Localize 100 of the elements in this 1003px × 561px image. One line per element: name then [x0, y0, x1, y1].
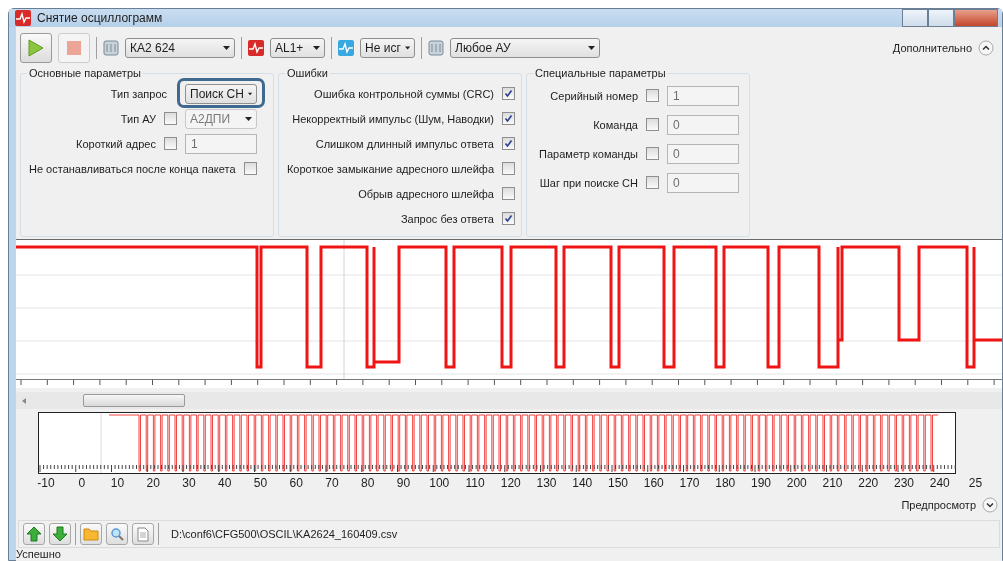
axis-label: 70 [325, 476, 339, 490]
field-label: Не останавливаться после конца пакета [29, 162, 236, 175]
field-label: Серийный номер [550, 89, 638, 102]
checkbox[interactable] [646, 118, 659, 131]
axis-label: 80 [361, 476, 375, 490]
pulse-icon [248, 40, 264, 56]
field-label: Короткий адрес [76, 137, 156, 150]
document-button[interactable] [132, 523, 154, 545]
caret-icon [313, 46, 320, 50]
input-field[interactable]: 0 [667, 143, 739, 164]
folder-icon [83, 527, 99, 541]
dropdown[interactable]: Поиск СН [185, 83, 257, 104]
checkbox[interactable] [646, 176, 659, 189]
input-field[interactable]: 0 [667, 172, 739, 193]
more-label: Дополнительно [892, 42, 972, 54]
axis-label: 210 [822, 476, 843, 490]
checkbox[interactable] [164, 112, 177, 125]
pulse-icon [338, 40, 354, 56]
dropdown[interactable]: КА2 624 [125, 38, 235, 58]
field-label: Команда [593, 118, 638, 131]
axis-label: 110 [465, 476, 485, 490]
axis-label: 150 [608, 476, 628, 490]
dropdown[interactable]: Не исг [360, 38, 415, 58]
search-icon [110, 527, 124, 541]
stop-button[interactable] [58, 33, 90, 63]
chevron-down-icon[interactable] [982, 497, 998, 513]
dropdown[interactable]: Любое АУ [450, 38, 600, 58]
axis-label: 30 [182, 476, 196, 490]
checkbox[interactable] [502, 112, 515, 125]
axis-label: 200 [786, 476, 807, 490]
axis-label: 90 [396, 476, 411, 490]
checkbox[interactable] [502, 212, 515, 225]
axis-label: 170 [679, 476, 700, 490]
preview-label: Предпросмотр [901, 499, 976, 511]
checkbox-label: Ошибка контрольной суммы (CRC) [314, 87, 494, 100]
checkbox-label: Слишком длинный импульс ответа [315, 137, 494, 150]
chevron-up-icon[interactable] [978, 40, 994, 56]
scrollbar-thumb[interactable] [83, 394, 185, 407]
axis-label: 60 [289, 476, 303, 490]
checkbox-label: Некорректный импульс (Шум, Наводки) [292, 112, 494, 125]
checkbox[interactable] [646, 89, 659, 102]
group-title: Ошибки [286, 67, 329, 79]
group-title: Основные параметры [28, 67, 142, 79]
checkbox[interactable] [646, 147, 659, 160]
stop-icon [67, 41, 81, 55]
up-arrow-icon [26, 526, 42, 542]
field-label: Тип АУ [120, 112, 156, 125]
database-icon [103, 39, 119, 57]
up-arrow-button[interactable] [23, 523, 45, 545]
down-arrow-icon [52, 526, 68, 542]
input-field[interactable]: 0 [667, 114, 739, 135]
checkbox[interactable] [164, 137, 177, 150]
maximize-button[interactable] [928, 9, 954, 27]
down-arrow-button[interactable] [49, 523, 71, 545]
checkbox[interactable] [502, 187, 515, 200]
scroll-left-icon[interactable] [20, 396, 28, 405]
group-title: Специальные параметры [534, 67, 667, 79]
checkbox-label: Короткое замыкание адресного шлейфа [286, 162, 494, 175]
checkbox-label: Запрос без ответа [400, 212, 494, 225]
axis-label: 20 [146, 476, 160, 490]
caret-icon [404, 46, 410, 50]
axis-label: 10 [110, 476, 125, 490]
field-label: Шаг при поиске СН [539, 176, 638, 189]
field-label: Параметр команды [539, 147, 638, 160]
play-icon [28, 39, 44, 57]
database-icon [428, 39, 444, 57]
axis-label: 230 [894, 476, 914, 490]
status-text: Успешно [16, 548, 61, 560]
axis-label: 140 [572, 476, 593, 490]
file-path: D:\conf6\CFG500\OSCIL\KA2624_160409.csv [171, 528, 398, 540]
axis-label: 120 [500, 476, 521, 490]
caret-icon [247, 91, 252, 96]
axis-label: 220 [858, 476, 879, 490]
checkbox[interactable] [502, 137, 515, 150]
axis-label: 25 [968, 476, 983, 490]
folder-button[interactable] [80, 523, 102, 545]
minimize-button[interactable] [902, 9, 928, 27]
window-title: Снятие осциллограмм [37, 11, 163, 25]
axis-label: 50 [253, 476, 268, 490]
document-icon [137, 526, 149, 542]
axis-label: -10 [37, 476, 55, 490]
axis-label: 130 [536, 476, 557, 490]
dropdown[interactable]: А2ДПИ [185, 108, 257, 129]
axis-label: 240 [929, 476, 950, 490]
axis-label: 190 [751, 476, 771, 490]
address-field[interactable]: 1 [185, 133, 257, 154]
input-field[interactable]: 1 [667, 85, 739, 106]
app-icon [15, 10, 31, 26]
close-button[interactable] [954, 9, 998, 27]
axis-label: 180 [715, 476, 736, 490]
field-label: Тип запрос [110, 87, 167, 100]
dropdown[interactable]: AL1+ [270, 38, 325, 58]
checkbox-label: Обрыв адресного шлейфа [358, 187, 494, 200]
play-button[interactable] [20, 33, 52, 63]
search-button[interactable] [106, 523, 128, 545]
axis-label: 160 [643, 476, 664, 490]
caret-icon [223, 46, 230, 50]
checkbox[interactable] [502, 162, 515, 175]
checkbox[interactable] [502, 87, 515, 100]
checkbox[interactable] [243, 162, 257, 175]
